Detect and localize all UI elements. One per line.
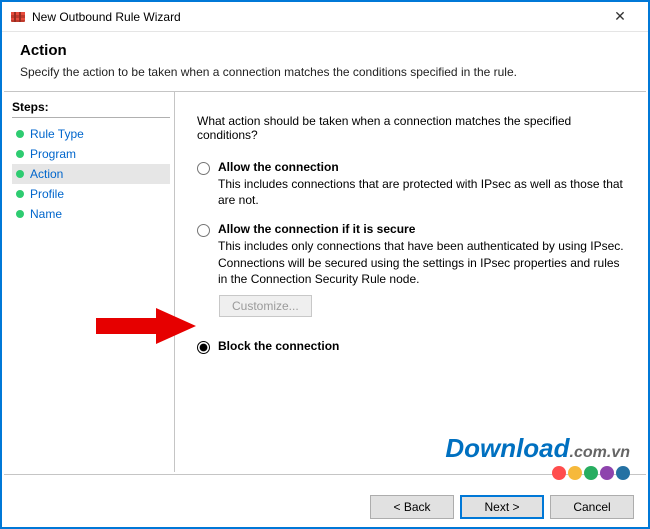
option-allow[interactable]: Allow the connection This includes conne… [197,160,628,208]
cancel-button[interactable]: Cancel [550,495,634,519]
radio-allow-secure[interactable] [197,224,210,237]
steps-heading: Steps: [12,100,170,114]
step-label: Action [30,167,63,181]
wizard-main: What action should be taken when a conne… [175,92,648,472]
wizard-footer: < Back Next > Cancel [370,495,634,519]
radio-block[interactable] [197,341,210,354]
bullet-icon [16,210,24,218]
step-label: Program [30,147,76,161]
option-block-label: Block the connection [218,339,628,353]
bullet-icon [16,130,24,138]
step-label: Name [30,207,62,221]
step-name[interactable]: Name [12,204,170,224]
customize-button: Customize... [219,295,312,317]
step-label: Rule Type [30,127,84,141]
firewall-icon [10,9,26,25]
wizard-body: Steps: Rule Type Program Action Profile … [2,92,648,472]
step-rule-type[interactable]: Rule Type [12,124,170,144]
option-allow-secure-label: Allow the connection if it is secure [218,222,628,236]
wizard-header: Action Specify the action to be taken wh… [2,32,648,91]
page-description: Specify the action to be taken when a co… [20,65,630,79]
option-block[interactable]: Block the connection [197,339,628,355]
option-allow-desc: This includes connections that are prote… [218,176,628,208]
back-button[interactable]: < Back [370,495,454,519]
option-allow-secure[interactable]: Allow the connection if it is secure Thi… [197,222,628,287]
step-profile[interactable]: Profile [12,184,170,204]
window-title: New Outbound Rule Wizard [32,10,600,24]
option-allow-secure-desc: This includes only connections that have… [218,238,628,287]
titlebar: New Outbound Rule Wizard ✕ [2,2,648,32]
next-button[interactable]: Next > [460,495,544,519]
step-label: Profile [30,187,64,201]
steps-underline [12,117,170,118]
steps-sidebar: Steps: Rule Type Program Action Profile … [2,92,174,472]
step-action[interactable]: Action [12,164,170,184]
action-prompt: What action should be taken when a conne… [197,114,628,142]
bullet-icon [16,150,24,158]
close-button[interactable]: ✕ [600,8,640,25]
page-title: Action [20,42,630,59]
step-program[interactable]: Program [12,144,170,164]
option-allow-label: Allow the connection [218,160,628,174]
radio-allow[interactable] [197,162,210,175]
bullet-icon [16,190,24,198]
bullet-icon [16,170,24,178]
footer-divider [4,474,646,475]
